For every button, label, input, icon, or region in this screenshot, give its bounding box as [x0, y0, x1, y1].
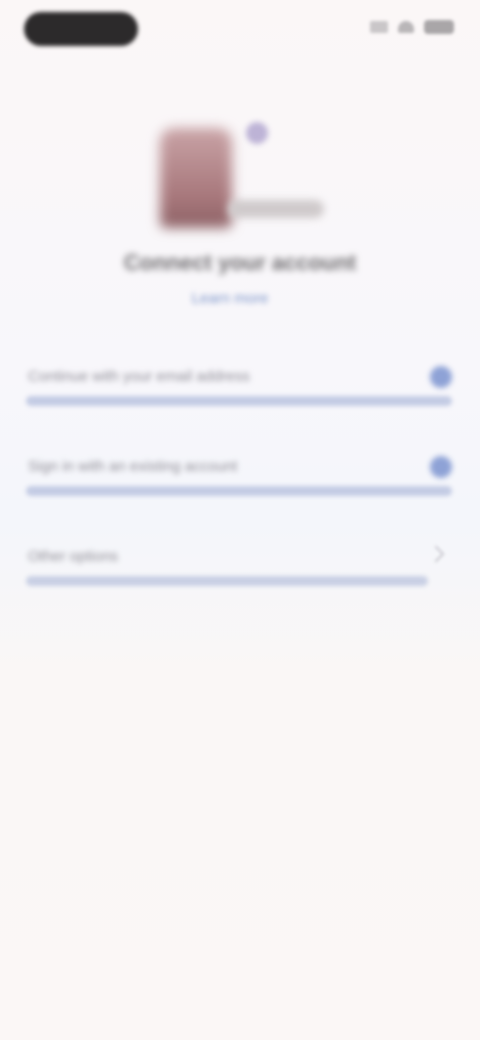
chevron-right-icon[interactable]	[427, 545, 445, 563]
brand-logo	[228, 200, 324, 218]
info-icon[interactable]	[430, 366, 452, 388]
option-existing-account[interactable]: Sign in with an existing account	[22, 450, 458, 536]
page-title: Connect your account	[123, 250, 357, 275]
status-icons	[370, 20, 454, 34]
option-email[interactable]: Continue with your email address	[22, 360, 458, 446]
status-time: 9:41	[24, 12, 138, 46]
avatar	[160, 128, 232, 228]
option-label: Continue with your email address	[28, 368, 250, 385]
options-list: Continue with your email address Sign in…	[22, 360, 458, 630]
option-underline	[26, 396, 452, 406]
option-label: Sign in with an existing account	[28, 458, 238, 475]
battery-icon	[424, 20, 454, 34]
wifi-icon	[398, 21, 414, 33]
sparkle-icon	[246, 122, 268, 144]
option-underline	[26, 576, 428, 586]
learn-more-link[interactable]: Learn more	[165, 290, 295, 312]
option-other[interactable]: Other options	[22, 540, 458, 626]
info-icon[interactable]	[430, 456, 452, 478]
signal-icon	[370, 21, 388, 33]
option-label: Other options	[28, 548, 119, 565]
hero: Connect your account Learn more	[0, 110, 480, 330]
option-underline	[26, 486, 452, 496]
status-bar: 9:41	[0, 0, 480, 60]
